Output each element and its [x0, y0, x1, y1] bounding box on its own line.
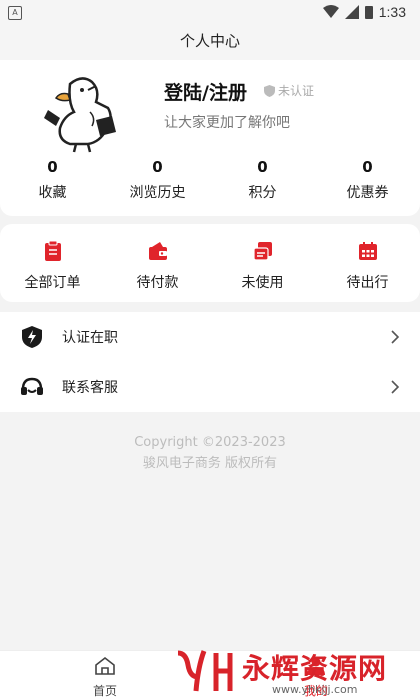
ticket-icon: [252, 242, 272, 261]
chevron-right-icon: [391, 330, 400, 344]
stats-row: 0 收藏 0 浏览历史 0 积分 0 优惠券: [0, 158, 420, 202]
profile-slogan: 让大家更加了解你吧: [164, 115, 290, 131]
orders-card: 全部订单 待付款 未使用 待出行: [0, 224, 420, 302]
watermark-text: 永辉资源网: [242, 652, 388, 685]
profile-card: 登陆/注册 未认证 让大家更加了解你吧 0 收藏 0 浏览历史 0 积分 0 优…: [0, 60, 420, 216]
status-icons: 1:33: [322, 4, 406, 20]
battery-icon: [364, 6, 373, 19]
menu-item-label: 认证在职: [62, 330, 118, 346]
stat-label: 优惠券: [346, 185, 389, 201]
copyright-line: Copyright ©2023-2023: [134, 435, 286, 450]
page-title: 个人中心: [0, 26, 420, 60]
stat-favorites[interactable]: 0 收藏: [0, 158, 105, 202]
login-register-link[interactable]: 登陆/注册: [164, 78, 247, 105]
watermark: 永辉资源网 www.yhkjjj.com: [172, 645, 420, 700]
avatar[interactable]: [30, 72, 120, 156]
menu-item-verify-employment[interactable]: 认证在职: [0, 312, 420, 362]
wallet-icon: [148, 242, 167, 260]
order-pending-payment-label: 待付款: [136, 275, 179, 291]
clock: 1:33: [378, 4, 406, 20]
shield-icon: [264, 84, 275, 97]
wifi-icon: [322, 5, 339, 18]
signal-icon: [344, 5, 359, 19]
headset-icon: [21, 377, 43, 395]
stat-points[interactable]: 0 积分: [210, 158, 315, 202]
watermark-url: www.yhkjjj.com: [272, 683, 358, 696]
verify-badge: 未认证: [264, 82, 314, 99]
stat-label: 浏览历史: [129, 185, 186, 201]
order-all-label: 全部订单: [24, 275, 81, 291]
order-all[interactable]: 全部订单: [0, 224, 105, 302]
status-bar: A 1:33: [0, 0, 420, 26]
home-icon: [95, 656, 115, 675]
stat-value: 0: [47, 158, 58, 176]
stat-coupons[interactable]: 0 优惠券: [315, 158, 420, 202]
order-unused-label: 未使用: [241, 275, 284, 291]
chevron-right-icon: [391, 380, 400, 394]
menu-item-customer-service[interactable]: 联系客服: [0, 362, 420, 412]
stat-value: 0: [257, 158, 268, 176]
stat-value: 0: [362, 158, 373, 176]
menu-item-label: 联系客服: [62, 380, 118, 396]
stat-history[interactable]: 0 浏览历史: [105, 158, 210, 202]
menu-list: 认证在职 联系客服: [0, 312, 420, 412]
order-unused[interactable]: 未使用: [210, 224, 315, 302]
calendar-icon: [358, 242, 377, 260]
shield-bolt-icon: [22, 326, 42, 348]
order-to-travel-label: 待出行: [346, 275, 389, 291]
copyright: Copyright ©2023-2023 骏风电子商务 版权所有: [0, 432, 420, 474]
company-line: 骏风电子商务 版权所有: [142, 456, 278, 471]
stat-label: 积分: [248, 185, 277, 201]
stat-value: 0: [152, 158, 163, 176]
notification-icon: A: [8, 6, 22, 20]
clipboard-icon: [44, 240, 61, 261]
order-to-travel[interactable]: 待出行: [315, 224, 420, 302]
tab-home[interactable]: 首页: [75, 656, 135, 699]
order-pending-payment[interactable]: 待付款: [105, 224, 210, 302]
verify-badge-label: 未认证: [278, 84, 315, 98]
stat-label: 收藏: [38, 185, 67, 201]
watermark-logo-icon: [177, 650, 233, 692]
tab-home-label: 首页: [92, 684, 117, 698]
